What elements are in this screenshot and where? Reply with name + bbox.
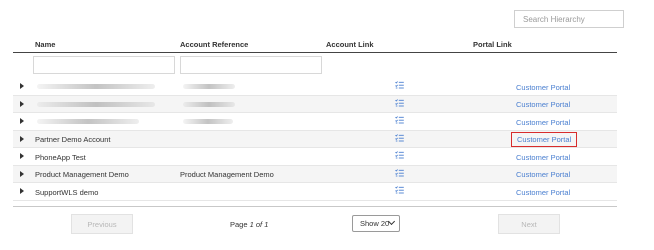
redacted-reference bbox=[183, 84, 235, 89]
list-check-icon[interactable] bbox=[395, 133, 404, 144]
page-size-select[interactable]: Show 20 bbox=[352, 215, 400, 232]
name-filter-input[interactable] bbox=[33, 56, 175, 74]
row-name: Partner Demo Account bbox=[35, 135, 111, 144]
customer-portal-link[interactable]: Customer Portal bbox=[510, 132, 578, 147]
row-account-reference: Product Management Demo bbox=[180, 170, 274, 179]
caret-right-icon[interactable] bbox=[20, 188, 24, 194]
table-header: Name Account Reference Account Link Port… bbox=[13, 36, 617, 50]
table-row[interactable]: SupportWLS demo Customer Portal bbox=[13, 183, 617, 201]
row-name: PhoneApp Test bbox=[35, 152, 86, 162]
customer-portal-link[interactable]: Customer Portal bbox=[516, 170, 570, 179]
column-header-name[interactable]: Name bbox=[35, 40, 55, 49]
list-check-icon[interactable] bbox=[395, 186, 404, 196]
list-check-icon[interactable] bbox=[395, 168, 404, 179]
page-size-value: Show 20 bbox=[360, 219, 390, 228]
list-check-icon[interactable] bbox=[395, 98, 404, 109]
list-check-icon[interactable] bbox=[395, 116, 404, 126]
table-body: Customer Portal Customer Portal Customer P… bbox=[13, 78, 617, 201]
row-name: SupportWLS demo bbox=[35, 187, 99, 197]
page-of: of bbox=[255, 220, 263, 229]
caret-right-icon[interactable] bbox=[20, 83, 24, 89]
row-name: Product Management Demo bbox=[35, 170, 129, 179]
redacted-name bbox=[37, 101, 155, 107]
previous-button[interactable]: Previous bbox=[71, 214, 133, 234]
page-total: 1 bbox=[264, 220, 269, 229]
redacted-name bbox=[37, 119, 139, 124]
next-button[interactable]: Next bbox=[498, 214, 560, 234]
search-input[interactable] bbox=[514, 10, 624, 28]
list-check-icon[interactable] bbox=[395, 81, 404, 91]
caret-right-icon[interactable] bbox=[20, 118, 24, 124]
page-title-partial bbox=[22, 0, 82, 4]
customer-portal-link[interactable]: Customer Portal bbox=[516, 153, 570, 162]
table-row[interactable]: Customer Portal bbox=[13, 95, 617, 113]
page-indicator: Page 1 of 1 bbox=[230, 220, 268, 229]
table-bottom-divider bbox=[13, 206, 617, 207]
redacted-reference bbox=[183, 119, 233, 124]
page-current: 1 bbox=[249, 220, 254, 229]
caret-right-icon[interactable] bbox=[20, 170, 24, 177]
caret-right-icon[interactable] bbox=[20, 100, 24, 107]
table-row[interactable]: Partner Demo Account Customer Portal bbox=[13, 130, 617, 148]
hierarchy-table: Name Account Reference Account Link Port… bbox=[13, 36, 617, 201]
table-row[interactable]: Product Management Demo Product Managemen… bbox=[13, 165, 617, 183]
header-divider bbox=[13, 52, 617, 53]
caret-right-icon[interactable] bbox=[20, 135, 24, 142]
list-check-icon[interactable] bbox=[395, 151, 404, 161]
reference-filter-input[interactable] bbox=[180, 56, 322, 74]
table-row[interactable]: PhoneApp Test Customer Portal bbox=[13, 148, 617, 166]
page-label: Page bbox=[230, 220, 248, 229]
customer-portal-link[interactable]: Customer Portal bbox=[516, 83, 570, 92]
table-row[interactable]: Customer Portal bbox=[13, 113, 617, 131]
redacted-reference bbox=[183, 101, 235, 107]
customer-portal-link[interactable]: Customer Portal bbox=[516, 100, 570, 109]
column-header-account-reference[interactable]: Account Reference bbox=[180, 40, 248, 49]
filter-row bbox=[13, 55, 617, 75]
caret-right-icon[interactable] bbox=[20, 153, 24, 159]
redacted-name bbox=[37, 84, 155, 89]
customer-portal-link[interactable]: Customer Portal bbox=[516, 188, 570, 197]
table-row[interactable]: Customer Portal bbox=[13, 78, 617, 96]
column-header-account-link: Account Link bbox=[326, 40, 374, 49]
column-header-portal-link: Portal Link bbox=[473, 40, 512, 49]
customer-portal-link[interactable]: Customer Portal bbox=[516, 118, 570, 127]
